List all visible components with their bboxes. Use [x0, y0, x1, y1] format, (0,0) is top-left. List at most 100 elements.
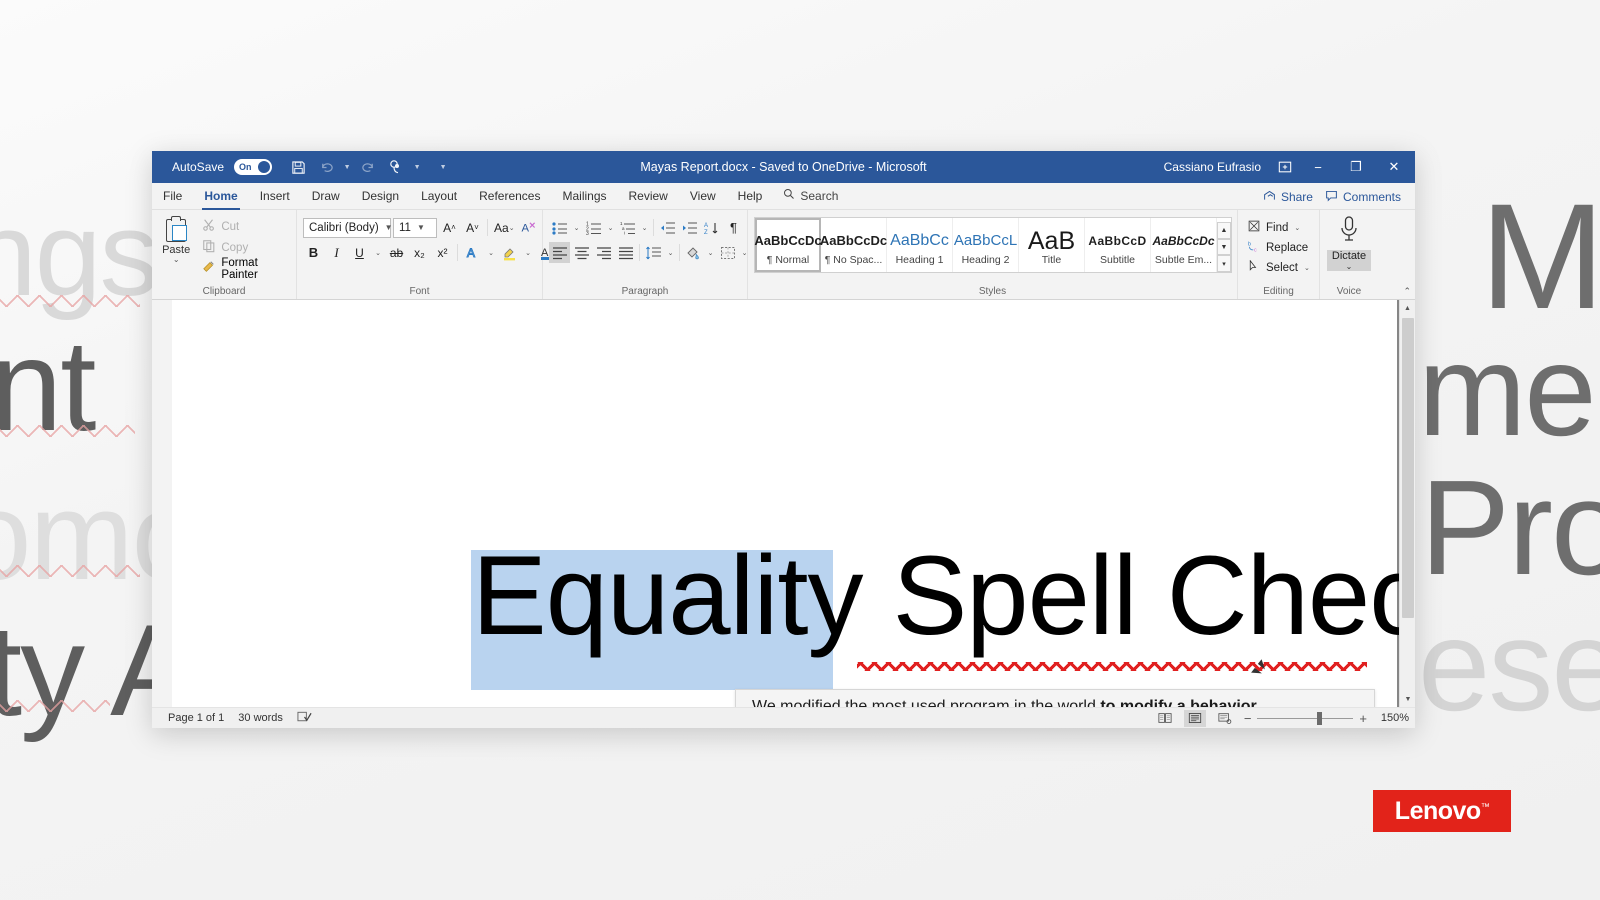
- print-layout-icon[interactable]: [1184, 710, 1206, 727]
- highlight-caret-icon[interactable]: ⌄: [522, 242, 534, 263]
- zoom-level[interactable]: 150%: [1375, 712, 1409, 724]
- tab-home[interactable]: Home: [193, 185, 248, 209]
- style-title[interactable]: AaB Title: [1019, 218, 1085, 272]
- undo-caret-icon[interactable]: ▼: [342, 164, 352, 171]
- tab-view[interactable]: View: [679, 185, 727, 209]
- line-spacing-icon[interactable]: [643, 242, 664, 263]
- tab-insert[interactable]: Insert: [249, 185, 301, 209]
- format-painter-button[interactable]: Format Painter: [199, 259, 292, 278]
- tab-references[interactable]: References: [468, 185, 551, 209]
- scroll-down-icon[interactable]: ▼: [1400, 691, 1415, 707]
- subscript-icon[interactable]: x₂: [409, 242, 430, 263]
- close-button[interactable]: ✕: [1375, 151, 1413, 183]
- numbering-caret-icon[interactable]: ⌄: [605, 217, 616, 238]
- change-case-icon[interactable]: Aa⌄: [492, 217, 517, 238]
- text-effects-icon[interactable]: A: [462, 242, 483, 263]
- text-effects-caret-icon[interactable]: ⌄: [485, 242, 497, 263]
- paste-button[interactable]: Paste ⌄: [156, 213, 196, 264]
- web-layout-icon[interactable]: [1214, 710, 1236, 727]
- zoom-in-button[interactable]: +: [1359, 711, 1367, 726]
- restore-button[interactable]: ❐: [1337, 151, 1375, 183]
- word-count[interactable]: 30 words: [238, 712, 283, 724]
- tab-help[interactable]: Help: [727, 185, 774, 209]
- style-no-spacing[interactable]: AaBbCcDc ¶ No Spac...: [821, 218, 887, 272]
- dictate-button[interactable]: Dictate ⌄: [1325, 213, 1373, 271]
- borders-icon[interactable]: [717, 242, 738, 263]
- select-caret-icon[interactable]: ⌄: [1304, 264, 1310, 272]
- align-center-icon[interactable]: [571, 242, 592, 263]
- align-right-icon[interactable]: [593, 242, 614, 263]
- scrollbar-thumb[interactable]: [1402, 318, 1414, 618]
- undo-icon[interactable]: [314, 155, 338, 179]
- account-name[interactable]: Cassiano Eufrasio: [1164, 160, 1261, 174]
- align-left-icon[interactable]: [549, 242, 570, 263]
- tab-mailings[interactable]: Mailings: [551, 185, 617, 209]
- document-text[interactable]: Equality Spell Check: [472, 540, 1415, 652]
- bullets-caret-icon[interactable]: ⌄: [571, 217, 582, 238]
- find-button[interactable]: Find ⌄: [1248, 218, 1310, 237]
- customize-qat-icon[interactable]: ▼: [438, 164, 448, 171]
- find-caret-icon[interactable]: ⌄: [1294, 224, 1300, 232]
- replace-button[interactable]: bc Replace: [1248, 238, 1310, 257]
- numbering-icon[interactable]: 123: [583, 217, 604, 238]
- clear-formatting-icon[interactable]: A: [519, 217, 540, 238]
- text-highlight-color-icon[interactable]: [499, 242, 520, 263]
- minimize-button[interactable]: −: [1299, 151, 1337, 183]
- bullets-icon[interactable]: [549, 217, 570, 238]
- collapse-ribbon-icon[interactable]: ⌃: [1403, 286, 1411, 297]
- touch-mode-icon[interactable]: [384, 155, 408, 179]
- multilevel-caret-icon[interactable]: ⌄: [639, 217, 650, 238]
- show-formatting-marks-icon[interactable]: ¶: [723, 217, 744, 238]
- zoom-out-button[interactable]: −: [1244, 711, 1252, 726]
- tab-file[interactable]: File: [152, 185, 193, 209]
- shading-icon[interactable]: [683, 242, 704, 263]
- shrink-font-icon[interactable]: A˅: [462, 217, 483, 238]
- tab-draw[interactable]: Draw: [301, 185, 351, 209]
- underline-caret-icon[interactable]: ⌄: [372, 242, 384, 263]
- gallery-scroll-up-icon[interactable]: ▲: [1217, 222, 1231, 239]
- read-mode-icon[interactable]: [1154, 710, 1176, 727]
- autosave-toggle[interactable]: On: [234, 159, 272, 175]
- superscript-icon[interactable]: x²: [432, 242, 453, 263]
- bold-icon[interactable]: B: [303, 242, 324, 263]
- underline-icon[interactable]: U: [349, 242, 370, 263]
- style-heading-2[interactable]: AaBbCcL Heading 2: [953, 218, 1019, 272]
- scroll-up-icon[interactable]: ▲: [1400, 300, 1415, 316]
- redo-icon[interactable]: [356, 155, 380, 179]
- copy-button[interactable]: Copy: [199, 238, 292, 257]
- dictate-caret-icon[interactable]: ⌄: [1327, 262, 1371, 271]
- gallery-more-icon[interactable]: ▾: [1217, 255, 1231, 272]
- decrease-indent-icon[interactable]: [657, 217, 678, 238]
- sort-icon[interactable]: AZ: [701, 217, 722, 238]
- increase-indent-icon[interactable]: [679, 217, 700, 238]
- shading-caret-icon[interactable]: ⌄: [705, 242, 716, 263]
- gallery-scroll-down-icon[interactable]: ▼: [1217, 239, 1231, 256]
- zoom-slider[interactable]: − +: [1244, 711, 1367, 726]
- ribbon-display-options-icon[interactable]: [1271, 151, 1299, 183]
- save-icon[interactable]: [286, 155, 310, 179]
- tab-layout[interactable]: Layout: [410, 185, 468, 209]
- grow-font-icon[interactable]: A˄: [439, 217, 460, 238]
- vertical-scrollbar[interactable]: ▲ ▼: [1399, 300, 1415, 707]
- line-spacing-caret-icon[interactable]: ⌄: [665, 242, 676, 263]
- select-button[interactable]: Select ⌄: [1248, 258, 1310, 277]
- style-subtitle[interactable]: AaBbCcD Subtitle: [1085, 218, 1151, 272]
- search-input[interactable]: Search: [773, 184, 848, 209]
- tab-review[interactable]: Review: [618, 185, 679, 209]
- justify-icon[interactable]: [615, 242, 636, 263]
- proofing-errors-icon[interactable]: [297, 711, 312, 726]
- document-page[interactable]: Equality Spell Check We modified the mos…: [172, 300, 1397, 707]
- multilevel-list-icon[interactable]: 1ai: [617, 217, 638, 238]
- comments-button[interactable]: Comments: [1325, 189, 1401, 205]
- strikethrough-icon[interactable]: ab: [386, 242, 407, 263]
- style-subtle-emphasis[interactable]: AaBbCcDc Subtle Em...: [1151, 218, 1217, 272]
- font-name-combo[interactable]: Calibri (Body) ▼: [303, 218, 391, 238]
- font-size-combo[interactable]: 11 ▼: [393, 218, 437, 238]
- cut-button[interactable]: Cut: [199, 217, 292, 236]
- tab-design[interactable]: Design: [351, 185, 410, 209]
- zoom-thumb[interactable]: [1317, 712, 1322, 725]
- style-normal[interactable]: AaBbCcDc ¶ Normal: [755, 218, 821, 272]
- zoom-track[interactable]: [1257, 718, 1353, 719]
- touch-mode-caret-icon[interactable]: ▼: [412, 164, 422, 171]
- style-heading-1[interactable]: AaBbCc Heading 1: [887, 218, 953, 272]
